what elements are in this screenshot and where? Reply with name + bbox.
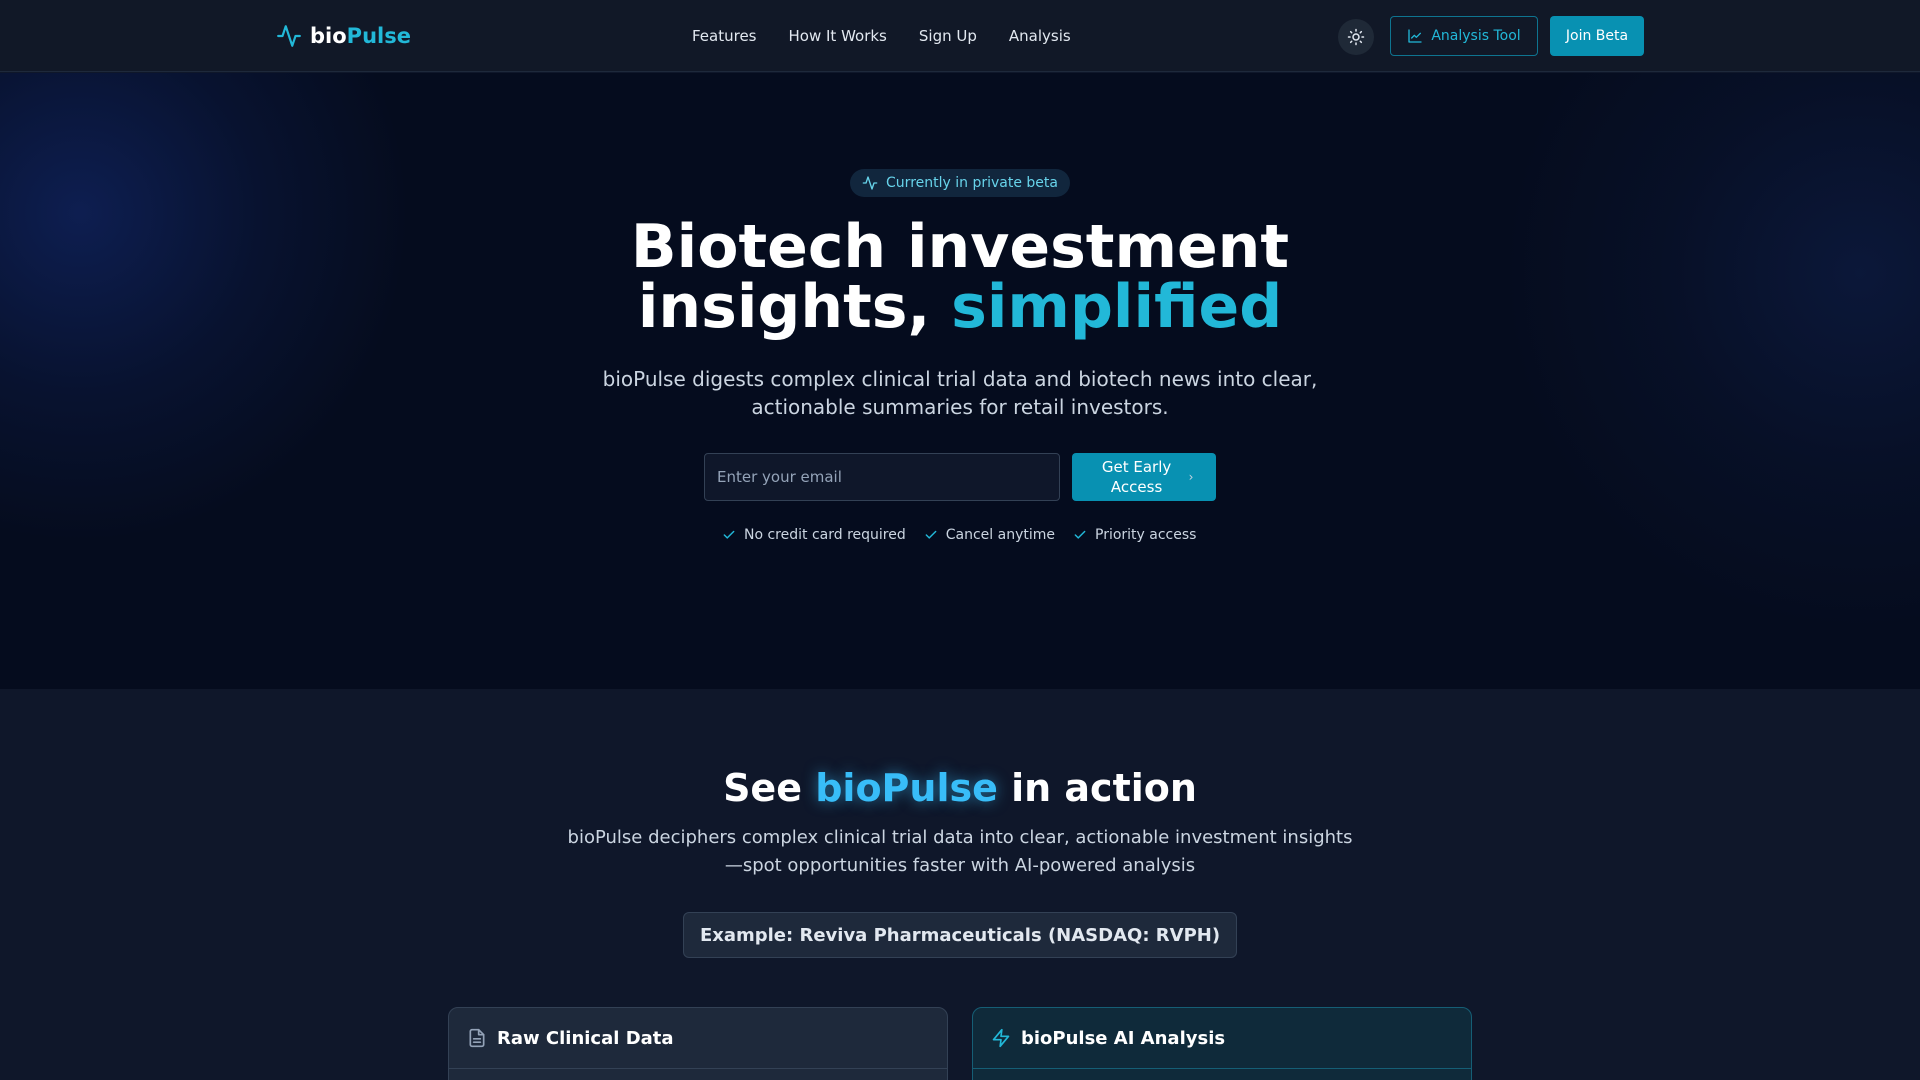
join-beta-button[interactable]: Join Beta bbox=[1550, 16, 1644, 56]
sun-icon bbox=[1347, 28, 1365, 46]
card-header: bioPulse AI Analysis bbox=[973, 1008, 1471, 1069]
get-early-access-label: Get Early Access bbox=[1101, 458, 1172, 496]
pulse-icon bbox=[277, 25, 301, 47]
check-icon bbox=[723, 530, 735, 539]
benefit-item: No credit card required bbox=[722, 527, 906, 543]
logo-text-prefix: bio bbox=[310, 24, 347, 48]
card-title: Raw Clinical Data bbox=[497, 1027, 674, 1049]
logo-text-suffix: Pulse bbox=[346, 24, 411, 48]
analysis-tool-label: Analysis Tool bbox=[1431, 28, 1521, 44]
theme-toggle-button[interactable] bbox=[1338, 19, 1374, 55]
hero-title: Biotech investment insights, simplified bbox=[460, 217, 1460, 337]
benefit-item: Priority access bbox=[1073, 527, 1196, 543]
beta-badge: Currently in private beta bbox=[850, 169, 1070, 197]
check-icon bbox=[925, 530, 937, 539]
analysis-tool-button[interactable]: Analysis Tool bbox=[1390, 16, 1538, 56]
demo-title-suffix: in action bbox=[997, 766, 1197, 810]
nav-link-sign-up[interactable]: Sign Up bbox=[919, 27, 977, 45]
demo-title-prefix: See bbox=[723, 766, 816, 810]
hero-section: Currently in private beta Biotech invest… bbox=[0, 73, 1920, 689]
ai-analysis-card: bioPulse AI Analysis bbox=[972, 1007, 1472, 1080]
benefit-label: Priority access bbox=[1095, 527, 1197, 543]
top-nav: bioPulse Features How It Works Sign Up A… bbox=[0, 0, 1920, 72]
demo-title: See bioPulse in action bbox=[560, 764, 1360, 812]
example-label: Example: Reviva Pharmaceuticals (NASDAQ:… bbox=[683, 912, 1237, 958]
pulse-icon bbox=[862, 176, 878, 190]
benefit-item: Cancel anytime bbox=[924, 527, 1055, 543]
benefit-list: No credit card required Cancel anytime P… bbox=[722, 525, 1196, 545]
beta-badge-label: Currently in private beta bbox=[886, 175, 1058, 191]
benefit-label: No credit card required bbox=[744, 527, 906, 543]
hero-title-line2: insights, bbox=[637, 272, 952, 342]
nav-link-features[interactable]: Features bbox=[692, 27, 757, 45]
hero-title-accent: simplified bbox=[951, 272, 1283, 342]
document-icon bbox=[469, 1028, 485, 1048]
nav-link-how-it-works[interactable]: How It Works bbox=[789, 27, 887, 45]
demo-subtitle: bioPulse deciphers complex clinical tria… bbox=[567, 827, 1353, 876]
card-header: Raw Clinical Data bbox=[449, 1008, 947, 1069]
nav-link-analysis[interactable]: Analysis bbox=[1009, 27, 1071, 45]
lightning-icon bbox=[992, 1028, 1010, 1048]
benefit-label: Cancel anytime bbox=[945, 527, 1055, 543]
demo-title-accent: bioPulse bbox=[815, 766, 998, 810]
hero-subtitle: bioPulse digests complex clinical trial … bbox=[602, 367, 1318, 419]
get-early-access-button[interactable]: Get Early Access › bbox=[1072, 453, 1216, 501]
check-icon bbox=[1074, 530, 1086, 539]
logo[interactable]: bioPulse bbox=[276, 22, 411, 50]
chevron-right-icon: › bbox=[1188, 470, 1194, 484]
card-title: bioPulse AI Analysis bbox=[1021, 1027, 1226, 1049]
nav-links: Features How It Works Sign Up Analysis bbox=[692, 24, 1071, 48]
line-chart-icon bbox=[1408, 29, 1422, 43]
email-input[interactable] bbox=[704, 453, 1060, 501]
raw-clinical-data-card: Raw Clinical Data bbox=[448, 1007, 948, 1080]
